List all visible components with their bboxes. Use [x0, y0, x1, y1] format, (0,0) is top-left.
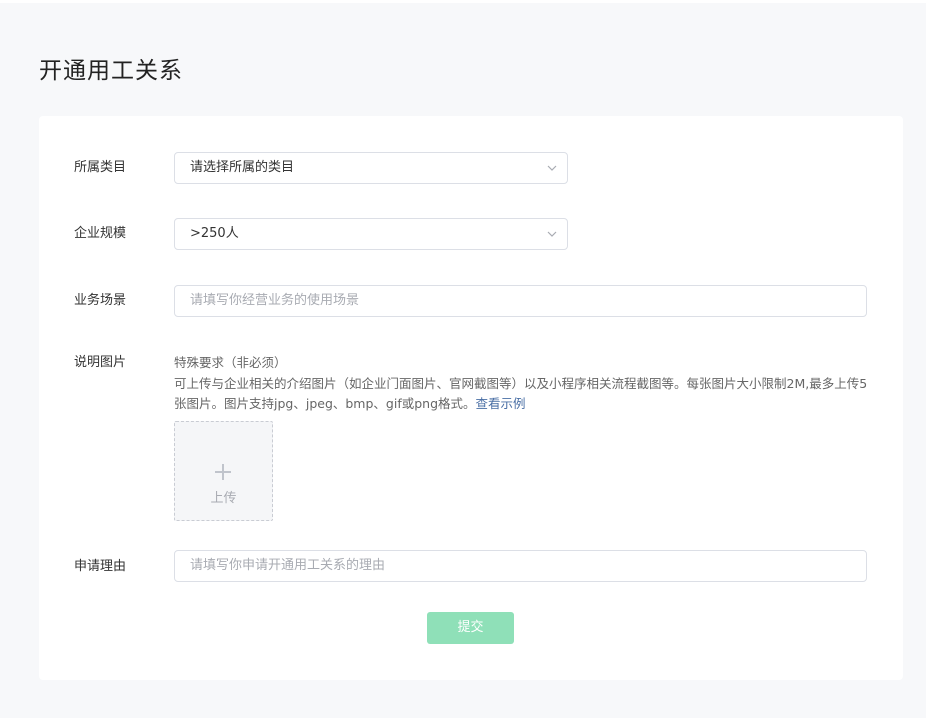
- category-select-value: 请选择所属的类目: [190, 160, 295, 175]
- submit-button[interactable]: 提交: [427, 612, 514, 644]
- chevron-down-icon: [547, 229, 557, 239]
- scale-select[interactable]: >250人: [174, 218, 568, 250]
- page-background: 开通用工关系 所属类目 请选择所属的类目 企业规模 >250人 业务场景 请填写…: [0, 3, 926, 718]
- images-label: 说明图片: [74, 355, 127, 370]
- category-label: 所属类目: [74, 160, 127, 175]
- chevron-down-icon: [547, 163, 557, 173]
- images-hint: 可上传与企业相关的介绍图片（如企业门面图片、官网截图等）以及小程序相关流程截图等…: [174, 374, 874, 414]
- images-hint-title: 特殊要求（非必须）: [174, 355, 287, 370]
- form-card: 所属类目 请选择所属的类目 企业规模 >250人 业务场景 请填写你经营业务的使…: [39, 116, 903, 680]
- view-example-link[interactable]: 查看示例: [476, 396, 526, 411]
- scale-label: 企业规模: [74, 226, 127, 241]
- reason-label: 申请理由: [74, 559, 127, 574]
- plus-icon: [213, 462, 233, 482]
- image-upload-button[interactable]: 上传: [174, 421, 273, 521]
- scenario-label: 业务场景: [74, 293, 127, 308]
- upload-label: 上传: [210, 491, 237, 506]
- category-select[interactable]: 请选择所属的类目: [174, 152, 568, 184]
- scale-select-value: >250人: [190, 226, 239, 241]
- scenario-input-placeholder: 请填写你经营业务的使用场景: [190, 293, 360, 308]
- page-title: 开通用工关系: [39, 58, 183, 84]
- scenario-input[interactable]: 请填写你经营业务的使用场景: [174, 285, 867, 317]
- reason-input-placeholder: 请填写你申请开通用工关系的理由: [190, 558, 386, 573]
- reason-input[interactable]: 请填写你申请开通用工关系的理由: [174, 550, 867, 582]
